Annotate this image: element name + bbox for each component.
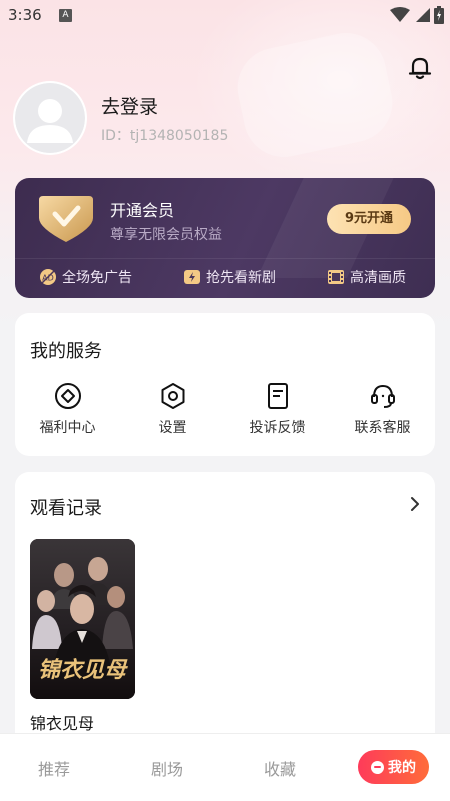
nav-favorites[interactable]: 收藏: [264, 756, 296, 780]
mine-icon: [371, 760, 384, 774]
nav-mine-label: 我的: [388, 760, 416, 776]
vip-subtitle: 尊享无限会员权益: [110, 227, 222, 243]
perk-no-ads: AD 全场免广告: [39, 267, 132, 287]
vip-badge-icon: [39, 196, 93, 242]
bottom-nav: 推荐 剧场 收藏 我的: [0, 733, 450, 801]
services-card: 我的服务 福利中心 设置 投诉反馈 联系客服: [15, 313, 435, 456]
chevron-right-icon[interactable]: [409, 496, 421, 512]
vip-title: 开通会员: [110, 201, 175, 220]
status-bar: 3:36 A: [0, 0, 450, 32]
perk-label: 抢先看新剧: [206, 270, 276, 286]
vip-card[interactable]: 开通会员 尊享无限会员权益 9元开通 AD 全场免广告 抢先看新剧 高清画质: [15, 178, 435, 298]
headset-icon: [370, 384, 395, 408]
watch-history-card: 观看记录 锦衣见母 锦衣见母: [15, 472, 435, 742]
notification-bell-icon[interactable]: [407, 55, 433, 81]
service-welfare-center[interactable]: 福利中心: [15, 381, 120, 437]
signal-icon: [416, 8, 430, 22]
service-label: 福利中心: [39, 420, 96, 436]
service-feedback[interactable]: 投诉反馈: [225, 381, 330, 437]
service-label: 联系客服: [354, 420, 411, 436]
perk-label: 高清画质: [350, 270, 406, 286]
service-label: 设置: [158, 420, 187, 436]
service-customer-support[interactable]: 联系客服: [330, 381, 435, 437]
services-title: 我的服务: [30, 341, 102, 362]
battery-icon: [434, 6, 444, 24]
perk-early-access: 抢先看新剧: [183, 267, 276, 287]
drama-title[interactable]: 锦衣见母: [30, 710, 94, 734]
film-icon: [328, 270, 344, 284]
perk-label: 全场免广告: [62, 270, 132, 286]
perk-hd: 高清画质: [327, 267, 406, 287]
feedback-doc-icon: [267, 383, 288, 409]
nav-recommend[interactable]: 推荐: [38, 756, 70, 780]
vip-open-button[interactable]: 9元开通: [327, 204, 411, 234]
settings-hex-icon: [161, 383, 184, 409]
wifi-icon: [390, 7, 410, 22]
nav-theater[interactable]: 剧场: [151, 756, 183, 780]
status-time: 3:36: [8, 6, 42, 24]
history-title: 观看记录: [30, 498, 102, 519]
no-ads-icon: AD: [40, 269, 56, 285]
drama-poster[interactable]: 锦衣见母: [30, 539, 135, 699]
login-link[interactable]: 去登录: [101, 92, 158, 119]
notification-a-icon: A: [59, 9, 72, 22]
gift-diamond-icon: [54, 383, 81, 409]
user-id: ID：tj1348050185: [101, 128, 229, 144]
nav-mine[interactable]: 我的: [358, 750, 429, 784]
poster-image: 锦衣见母: [30, 539, 135, 699]
default-avatar-icon: [15, 83, 85, 153]
lightning-icon: [184, 270, 200, 284]
service-label: 投诉反馈: [249, 420, 306, 436]
poster-title-text: 锦衣见母: [38, 657, 128, 683]
service-settings[interactable]: 设置: [120, 381, 225, 437]
avatar[interactable]: [15, 83, 85, 153]
